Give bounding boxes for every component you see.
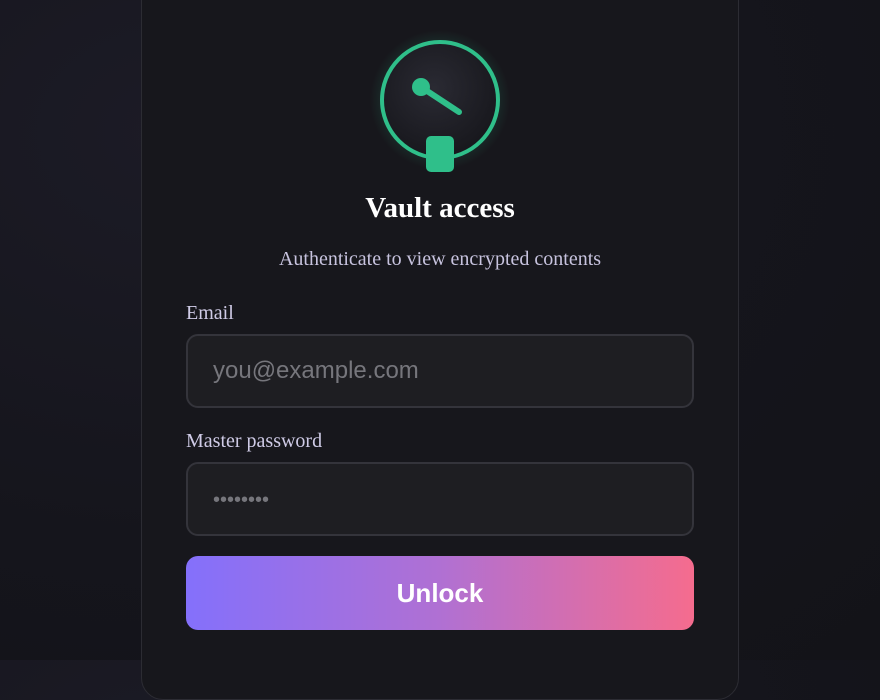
page-title: Vault access — [365, 192, 515, 224]
page-subtitle: Authenticate to view encrypted contents — [278, 248, 602, 270]
email-label: Email — [186, 302, 234, 324]
password-field[interactable] — [186, 462, 694, 536]
email-field[interactable] — [186, 334, 694, 408]
unlock-button[interactable]: Unlock — [186, 556, 694, 630]
vault-dial-icon — [370, 30, 510, 172]
password-label: Master password — [186, 430, 323, 452]
